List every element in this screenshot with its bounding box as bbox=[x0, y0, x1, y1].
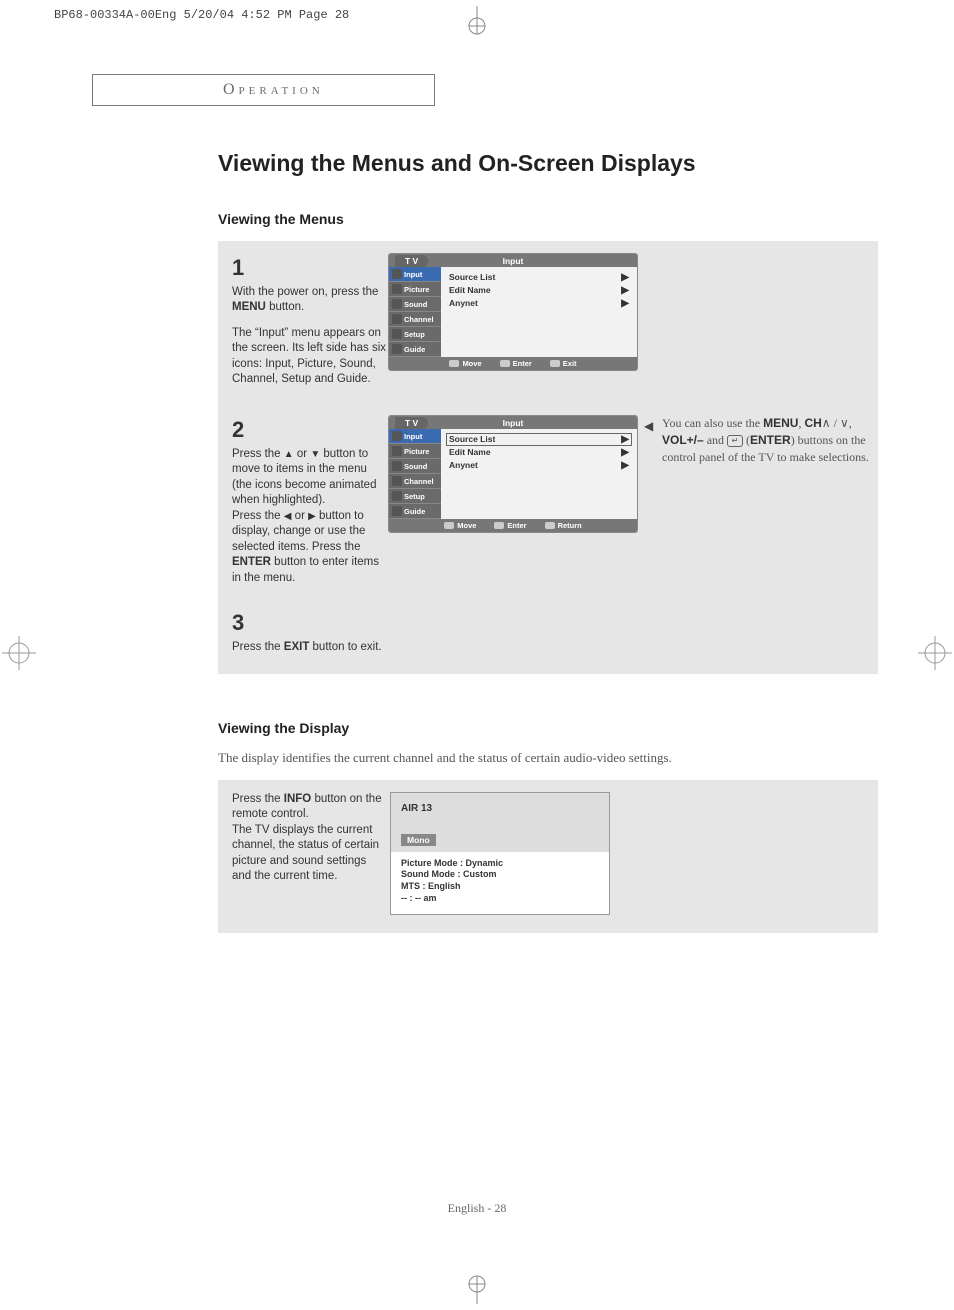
chup-icon: ∧ bbox=[822, 416, 831, 430]
osd2-row-source-list: Source List▶ bbox=[446, 433, 632, 446]
chdown-icon: ∨ bbox=[840, 416, 849, 430]
osd-row-source-list: Source List▶ bbox=[449, 271, 629, 284]
step-1-number: 1 bbox=[232, 253, 388, 283]
info-picture-mode: Picture Mode : Dynamic bbox=[401, 858, 599, 870]
crop-mark-top bbox=[462, 6, 492, 36]
osd-side-picture: Picture bbox=[389, 282, 441, 297]
osd-footer-2: Move Enter Return bbox=[389, 519, 637, 532]
info-time: -- : -- am bbox=[401, 893, 599, 905]
doc-header-meta: BP68-00334A-00Eng 5/20/04 4:52 PM Page 2… bbox=[54, 8, 349, 22]
info-sound-mode: Sound Mode : Custom bbox=[401, 869, 599, 881]
registration-right bbox=[918, 636, 952, 670]
osd-side-channel: Channel bbox=[389, 312, 441, 327]
osd-footer-1: Move Enter Exit bbox=[389, 357, 637, 370]
enter-button-label: ENTER bbox=[232, 556, 271, 568]
osd-title: Input bbox=[503, 256, 524, 266]
step-1: 1 With the power on, press the MENU butt… bbox=[232, 253, 388, 388]
osd2-side-sound: Sound bbox=[389, 459, 441, 474]
step-2: 2 Press the ▲ or ▼ button to move to ite… bbox=[232, 415, 388, 586]
page-content: Operation Viewing the Menus and On-Scree… bbox=[84, 74, 884, 959]
info-mono: Mono bbox=[401, 834, 436, 846]
step-2-number: 2 bbox=[232, 415, 388, 445]
crop-mark-bottom bbox=[462, 1274, 492, 1304]
info-osd: AIR 13 Mono Picture Mode : Dynamic Sound… bbox=[390, 792, 610, 916]
exit-icon bbox=[550, 360, 560, 367]
return-icon bbox=[545, 522, 555, 529]
down-triangle-icon: ▼ bbox=[310, 449, 320, 460]
osd-side-input: Input bbox=[389, 267, 441, 282]
section-viewing-menus: Viewing the Menus bbox=[218, 211, 878, 227]
display-block: Press the INFO button on the remote cont… bbox=[218, 780, 878, 934]
up-triangle-icon: ▲ bbox=[284, 449, 294, 460]
step-3: 3 Press the EXIT button to exit. bbox=[232, 608, 388, 655]
info-mts: MTS : English bbox=[401, 881, 599, 893]
chapter-label: Operation bbox=[223, 81, 324, 98]
osd-side-setup: Setup bbox=[389, 327, 441, 342]
updown-icon bbox=[449, 360, 459, 367]
page-footer: English - 28 bbox=[0, 1201, 954, 1216]
left-pointer-icon: ◀ bbox=[644, 418, 653, 435]
osd-sidebar: Input Picture Sound Channel Setup Guide bbox=[389, 267, 441, 357]
chapter-label-box: Operation bbox=[92, 74, 435, 106]
section2-intro: The display identifies the current chann… bbox=[218, 750, 878, 766]
enter-glyph-icon: ↵ bbox=[727, 435, 743, 447]
osd2-side-picture: Picture bbox=[389, 444, 441, 459]
step-3-number: 3 bbox=[232, 608, 388, 638]
registration-left bbox=[2, 636, 36, 670]
osd-row-edit-name: Edit Name▶ bbox=[449, 284, 629, 297]
osd2-row-edit-name: Edit Name▶ bbox=[449, 446, 629, 459]
display-step: Press the INFO button on the remote cont… bbox=[232, 792, 388, 885]
step-1-para2: The “Input” menu appears on the screen. … bbox=[232, 327, 386, 386]
info-channel: AIR 13 bbox=[401, 803, 599, 814]
steps-block-menus: 1 With the power on, press the MENU butt… bbox=[218, 241, 878, 409]
updown-icon bbox=[444, 522, 454, 529]
step-1-text-pre: With the power on, press the bbox=[232, 286, 378, 298]
enter-icon bbox=[500, 360, 510, 367]
osd-screenshot-2: T V Input Input Picture Sound Channel Se… bbox=[388, 415, 638, 533]
osd-side-sound: Sound bbox=[389, 297, 441, 312]
right-triangle-icon: ▶ bbox=[308, 511, 316, 522]
exit-button-label: EXIT bbox=[284, 641, 310, 653]
info-button-label: INFO bbox=[284, 793, 311, 805]
osd-screenshot-1: T V Input Input Picture Sound Channel Se… bbox=[388, 253, 638, 371]
osd-row-anynet: Anynet▶ bbox=[449, 297, 629, 310]
side-note: ◀ You can also use the MENU, CH∧ / ∨, VO… bbox=[662, 415, 872, 465]
osd-tv-label: T V bbox=[395, 255, 428, 267]
osd2-side-setup: Setup bbox=[389, 489, 441, 504]
page-title: Viewing the Menus and On-Screen Displays bbox=[218, 150, 878, 177]
enter-icon bbox=[494, 522, 504, 529]
steps-block-2: 2 Press the ▲ or ▼ button to move to ite… bbox=[218, 409, 878, 674]
osd-side-guide: Guide bbox=[389, 342, 441, 357]
step-1-text-post: button. bbox=[266, 301, 304, 313]
osd2-side-channel: Channel bbox=[389, 474, 441, 489]
osd2-row-anynet: Anynet▶ bbox=[449, 459, 629, 472]
section-viewing-display: Viewing the Display bbox=[218, 720, 878, 736]
osd2-side-guide: Guide bbox=[389, 504, 441, 519]
osd2-side-input: Input bbox=[389, 429, 441, 444]
osd2-title: Input bbox=[503, 418, 524, 428]
osd2-tv-label: T V bbox=[395, 417, 428, 429]
menu-button-label: MENU bbox=[232, 301, 266, 313]
